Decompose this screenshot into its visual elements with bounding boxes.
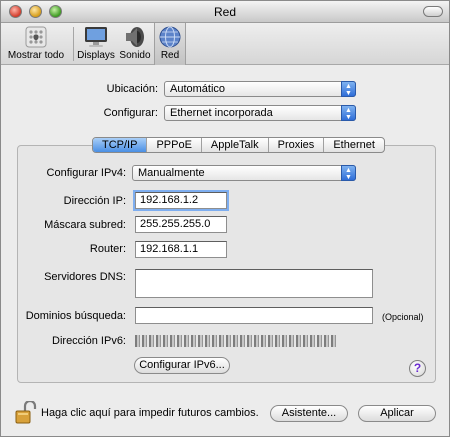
location-value: Automático: [170, 83, 226, 95]
configure-label: Configurar:: [103, 107, 158, 119]
tab-pppoe[interactable]: PPPoE: [147, 138, 202, 152]
window-title: Red: [213, 5, 236, 19]
optional-note: (Opcional): [382, 312, 424, 322]
apple-logo-icon: [25, 26, 47, 48]
router-label: Router:: [89, 243, 126, 255]
lock-message: Haga clic aquí para impedir futuros camb…: [41, 407, 259, 419]
network-preferences-window: Red Mostrar todo Displays Sonido Red Ubi…: [0, 0, 450, 437]
toolbar-displays[interactable]: Displays: [77, 23, 115, 65]
ipv6-address-label: Dirección IPv6:: [52, 335, 126, 347]
network-globe-icon: [159, 26, 181, 48]
tab-proxies[interactable]: Proxies: [269, 138, 325, 152]
tab-tcpip[interactable]: TCP/IP: [93, 138, 148, 152]
help-button[interactable]: ?: [409, 360, 426, 377]
configure-ipv6-button[interactable]: Configurar IPv6...: [134, 357, 230, 374]
configure-popup[interactable]: Ethernet incorporada ▲ ▼: [164, 105, 356, 121]
ipv4-config-value: Manualmente: [138, 167, 205, 179]
toolbar: Mostrar todo Displays Sonido Red: [1, 23, 449, 65]
subnet-mask-field[interactable]: 255.255.255.0: [135, 216, 227, 233]
ipv6-address-value: [135, 335, 337, 347]
subnet-mask-label: Máscara subred:: [44, 219, 126, 231]
search-domains-field[interactable]: [135, 307, 373, 324]
configure-value: Ethernet incorporada: [170, 107, 273, 119]
speaker-icon: [126, 27, 144, 47]
ip-address-label: Dirección IP:: [63, 195, 126, 207]
toolbar-item-label: Mostrar todo: [7, 50, 65, 61]
location-popup[interactable]: Automático ▲ ▼: [164, 81, 356, 97]
toolbar-network[interactable]: Red: [154, 23, 186, 65]
display-icon: [85, 27, 107, 47]
tab-ethernet[interactable]: Ethernet: [324, 138, 384, 152]
popup-arrows-icon: ▲ ▼: [341, 165, 356, 181]
minimize-window-button[interactable]: [29, 5, 42, 18]
title-bar[interactable]: Red: [1, 1, 449, 23]
toolbar-item-label: Sonido: [119, 50, 151, 61]
lock-icon[interactable]: [15, 401, 37, 425]
ipv4-config-popup[interactable]: Manualmente ▲ ▼: [132, 165, 356, 181]
toolbar-item-label: Red: [160, 50, 180, 61]
popup-arrows-icon: ▲ ▼: [341, 105, 356, 121]
search-domains-label: Dominios búsqueda:: [25, 310, 126, 322]
tab-bar: TCP/IP PPPoE AppleTalk Proxies Ethernet: [92, 137, 385, 153]
assistant-button[interactable]: Asistente...: [270, 405, 348, 422]
close-window-button[interactable]: [9, 5, 22, 18]
apply-button[interactable]: Aplicar: [358, 405, 436, 422]
toolbar-divider: [73, 27, 74, 61]
dns-servers-field[interactable]: [135, 269, 373, 298]
ipv4-config-label: Configurar IPv4:: [46, 167, 126, 179]
zoom-window-button[interactable]: [49, 5, 62, 18]
popup-arrows-icon: ▲ ▼: [341, 81, 356, 97]
router-field[interactable]: 192.168.1.1: [135, 241, 227, 258]
toolbar-show-all[interactable]: Mostrar todo: [3, 23, 69, 65]
dns-servers-label: Servidores DNS:: [44, 271, 126, 283]
toolbar-toggle-button[interactable]: [423, 6, 443, 17]
toolbar-sound[interactable]: Sonido: [117, 23, 153, 65]
location-label: Ubicación:: [106, 83, 158, 95]
tab-appletalk[interactable]: AppleTalk: [202, 138, 269, 152]
toolbar-item-label: Displays: [77, 50, 115, 61]
ip-address-field[interactable]: 192.168.1.2: [135, 192, 227, 209]
